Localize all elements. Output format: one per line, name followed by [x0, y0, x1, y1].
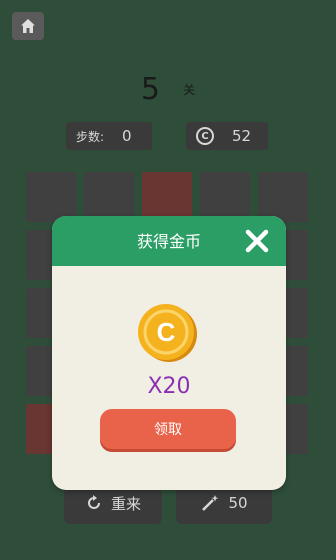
level-number: 5: [140, 72, 160, 107]
coins-counter: C 52: [186, 122, 268, 150]
coin-reward-dialog: 获得金币 C X20 领取: [52, 216, 286, 490]
steps-value: 0: [122, 127, 132, 145]
grid-cell[interactable]: [258, 172, 308, 222]
steps-counter: 步数: 0: [66, 122, 152, 150]
grid-cell[interactable]: [26, 172, 76, 222]
coin-letter: C: [157, 317, 176, 347]
level-indicator: 5 关: [0, 72, 336, 107]
level-unit: 关: [183, 83, 196, 97]
home-icon: [21, 19, 35, 33]
reward-amount: X20: [147, 374, 191, 399]
coin-symbol-icon: C: [196, 127, 214, 145]
refresh-icon: [88, 495, 100, 509]
coins-value: 52: [232, 127, 252, 145]
magic-wand-icon: [202, 495, 219, 511]
claim-button[interactable]: 领取: [100, 409, 236, 449]
grid-cell[interactable]: [84, 172, 134, 222]
coin-icon: C: [136, 302, 198, 364]
steps-label: 步数:: [76, 129, 105, 144]
claim-label: 领取: [154, 422, 182, 438]
grid-cell[interactable]: [200, 172, 250, 222]
dialog-header: 获得金币: [52, 216, 286, 266]
hint-value: 50: [228, 494, 248, 512]
close-button[interactable]: [242, 226, 272, 256]
grid-cell[interactable]: [142, 172, 192, 222]
reset-label: 重来: [110, 494, 141, 513]
home-button[interactable]: [12, 12, 44, 40]
close-icon: [245, 229, 269, 253]
